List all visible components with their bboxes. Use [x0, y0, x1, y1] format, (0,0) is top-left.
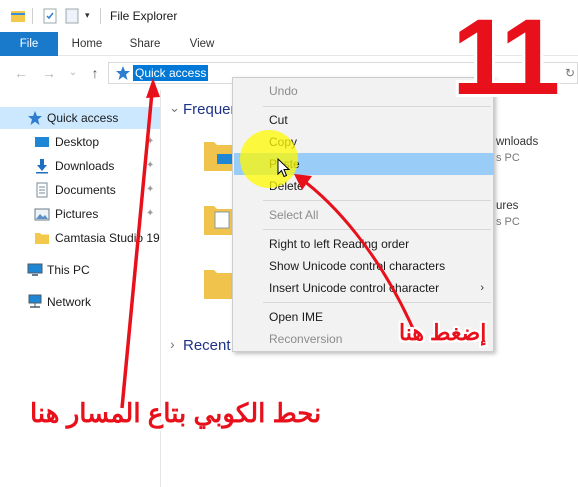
recent-locations-icon[interactable]: ⌄ — [64, 64, 82, 82]
pictures-icon — [34, 208, 50, 221]
sidebar-item-desktop[interactable]: Desktop ✦ — [0, 131, 160, 153]
tab-file[interactable]: File — [0, 32, 58, 56]
step-number: 11 — [452, 0, 560, 117]
toolbar-separator — [32, 8, 33, 24]
refresh-icon[interactable]: ↻ — [565, 66, 575, 80]
sidebar-item-camtasia[interactable]: Camtasia Studio 19 — [0, 227, 160, 249]
folder-location: s PC — [496, 152, 520, 164]
menu-item-insert-unicode-control-char[interactable]: Insert Unicode control character › — [234, 277, 494, 299]
click-here-annotation: إضغط هنا — [399, 320, 487, 345]
sidebar-item-label: Downloads — [55, 159, 115, 173]
menu-item-select-all[interactable]: Select All — [234, 204, 494, 226]
sidebar-item-label: Quick access — [47, 111, 119, 125]
submenu-arrow-icon: › — [480, 282, 484, 294]
sidebar-item-quick-access[interactable]: Quick access — [0, 107, 160, 129]
folder-icon[interactable] — [203, 138, 233, 172]
star-icon — [28, 111, 42, 125]
forward-arrow-icon[interactable]: → — [40, 64, 58, 82]
window-title: File Explorer — [110, 9, 178, 23]
back-arrow-icon[interactable]: ← — [12, 64, 30, 82]
folder-name[interactable]: wnloads — [496, 136, 538, 148]
tab-share[interactable]: Share — [120, 32, 170, 56]
sidebar-item-label: Camtasia Studio 19 — [55, 231, 160, 245]
documents-icon — [36, 182, 48, 198]
pin-icon[interactable]: ✦ — [146, 136, 154, 147]
sidebar-item-label: Pictures — [55, 207, 99, 221]
computer-icon — [27, 263, 43, 276]
menu-item-show-unicode-control-chars[interactable]: Show Unicode control characters — [234, 255, 494, 277]
toolbar-separator — [100, 8, 101, 24]
paste-path-annotation: نحط الكوبي بتاع المسار هنا — [30, 398, 322, 428]
menu-separator — [263, 302, 491, 303]
properties-icon[interactable] — [42, 8, 58, 24]
recent-files-header[interactable]: Recent — [183, 337, 231, 354]
menu-item-rtl-reading-order[interactable]: Right to left Reading order — [234, 233, 494, 255]
tab-view[interactable]: View — [177, 32, 227, 56]
sidebar-item-label: Desktop — [55, 135, 100, 149]
star-icon — [116, 66, 130, 80]
folder-icon[interactable] — [203, 202, 233, 236]
address-path-text[interactable]: Quick access — [133, 65, 209, 81]
new-folder-icon[interactable] — [64, 8, 80, 24]
sidebar-item-label: This PC — [47, 263, 90, 277]
sidebar-item-documents[interactable]: Documents ✦ — [0, 179, 160, 201]
pin-icon[interactable]: ✦ — [146, 208, 154, 219]
folder-icon — [35, 233, 49, 244]
customize-toolbar-icon[interactable]: ▾ — [85, 10, 101, 26]
explorer-icon — [11, 11, 25, 22]
sidebar-item-downloads[interactable]: Downloads ✦ — [0, 155, 160, 177]
mouse-pointer-icon — [277, 158, 291, 178]
download-icon — [36, 159, 48, 174]
pin-icon[interactable]: ✦ — [146, 184, 154, 195]
folder-icon[interactable] — [203, 266, 233, 300]
up-arrow-icon[interactable]: ↑ — [86, 64, 104, 82]
sidebar-item-label: Network — [47, 295, 92, 309]
desktop-icon — [35, 137, 49, 147]
tab-home[interactable]: Home — [62, 32, 112, 56]
chevron-right-icon[interactable]: › — [170, 336, 175, 352]
chevron-down-icon[interactable]: ⌄ — [169, 100, 180, 116]
sidebar-item-label: Documents — [55, 183, 116, 197]
sidebar-item-pictures[interactable]: Pictures ✦ — [0, 203, 160, 225]
menu-separator — [263, 229, 491, 230]
folder-location: s PC — [496, 216, 520, 228]
pin-icon[interactable]: ✦ — [146, 160, 154, 171]
menu-separator — [263, 200, 491, 201]
sidebar-item-this-pc[interactable]: This PC — [0, 259, 160, 281]
network-icon — [28, 294, 42, 308]
menu-item-label: Insert Unicode control character — [269, 281, 440, 295]
frequent-folders-header[interactable]: Frequer — [183, 101, 236, 118]
folder-name[interactable]: ures — [496, 200, 518, 212]
sidebar-item-network[interactable]: Network — [0, 291, 160, 313]
